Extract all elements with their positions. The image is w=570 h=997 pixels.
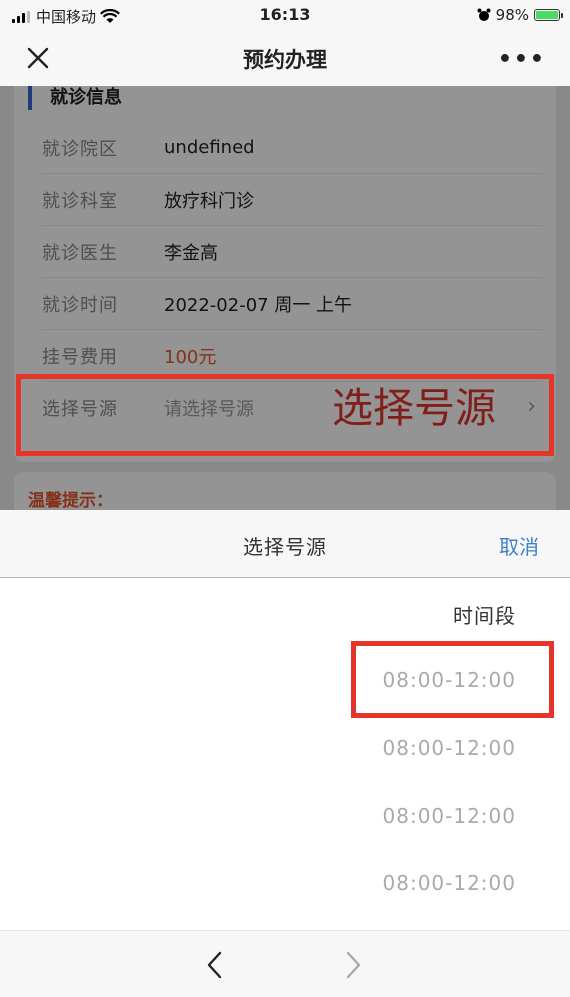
sheet-title: 选择号源 (243, 535, 327, 559)
source-picker-sheet: 选择号源 取消 时间段 08:00-12:00 08:00-12:00 08:0… (0, 510, 570, 997)
time-slot-option[interactable]: 08:00-12:00 (383, 736, 517, 760)
status-bar: 中国移动 16:13 98% (0, 0, 570, 30)
time-slot-option[interactable]: 08:00-12:00 (383, 871, 517, 895)
chevron-left-icon[interactable] (203, 949, 227, 981)
battery-percent: 98% (495, 6, 529, 24)
annotation-highlight-box (16, 374, 554, 456)
pager-bar (0, 930, 570, 997)
battery-info: 98% (477, 6, 563, 24)
time-slot-option[interactable]: 08:00-12:00 (383, 804, 517, 828)
annotation-slot-highlight (351, 641, 554, 718)
nav-bar: 预约办理 ••• (0, 30, 570, 86)
cancel-button[interactable]: 取消 (499, 531, 539, 560)
battery-icon (534, 9, 563, 21)
time-slot-column-header: 时间段 (453, 604, 516, 628)
page-title: 预约办理 (243, 48, 327, 72)
more-menu-icon[interactable]: ••• (498, 47, 546, 72)
sheet-header: 选择号源 取消 (0, 510, 570, 578)
alarm-icon (477, 8, 491, 21)
chevron-right-icon[interactable] (341, 949, 365, 981)
